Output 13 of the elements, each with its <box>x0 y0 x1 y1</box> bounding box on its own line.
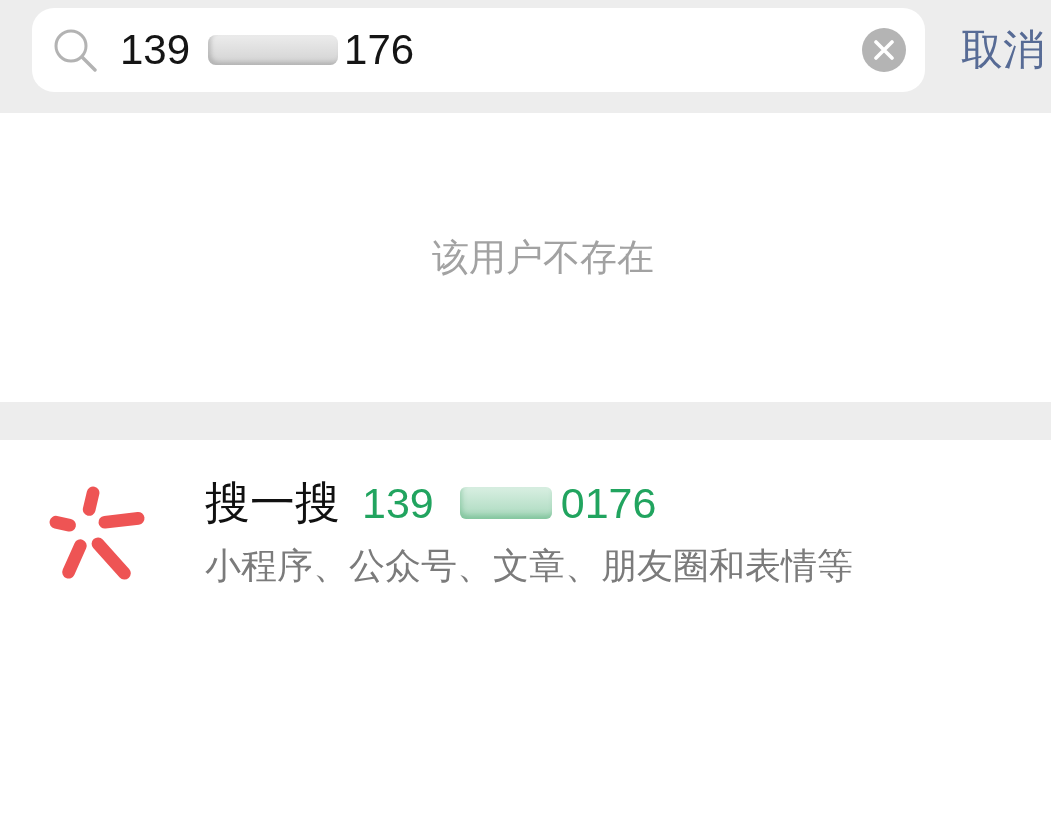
search-field[interactable]: 139 176 <box>32 8 925 92</box>
query-text: 176 <box>344 25 415 75</box>
empty-message: 该用户不存在 <box>431 235 654 280</box>
result-query-text: 0176 <box>560 478 657 529</box>
query-text: 139 <box>120 25 191 75</box>
search-icon <box>52 28 98 72</box>
cancel-button[interactable]: 取消 <box>961 25 1045 75</box>
result-query-text: 139 <box>362 478 434 529</box>
result-title: 搜一搜 <box>205 476 340 530</box>
close-icon <box>874 40 894 60</box>
result-subtitle: 小程序、公众号、文章、朋友圈和表情等 <box>205 544 853 588</box>
sparkle-icon <box>48 484 146 581</box>
clear-button[interactable] <box>862 28 906 72</box>
